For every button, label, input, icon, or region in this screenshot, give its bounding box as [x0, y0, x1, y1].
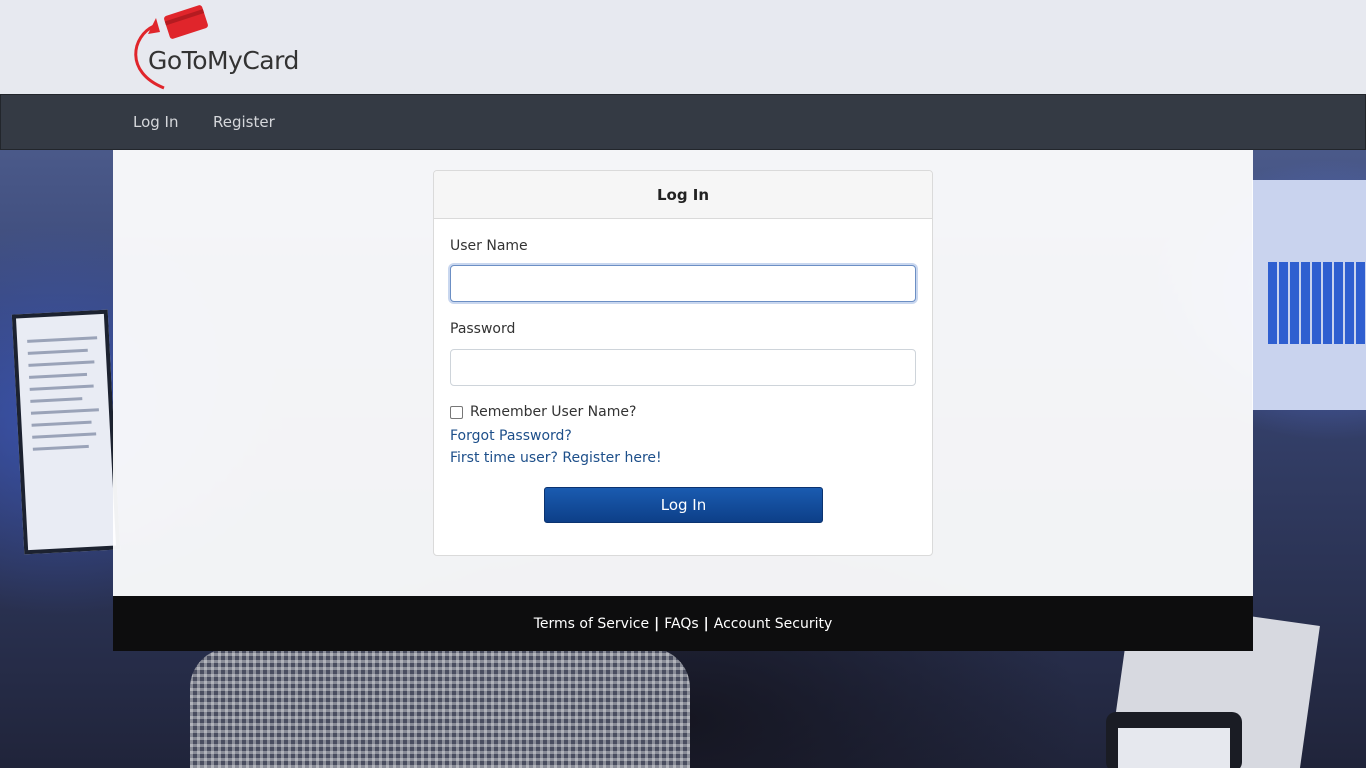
logo-text: GoToMyCard	[148, 46, 299, 75]
main-navbar: Log In Register	[0, 94, 1366, 150]
remember-label[interactable]: Remember User Name?	[470, 404, 636, 420]
login-submit-button[interactable]: Log In	[544, 487, 823, 523]
footer-separator: |	[654, 615, 660, 632]
login-card: Log In User Name Password Remember User …	[433, 170, 933, 556]
remember-checkbox[interactable]	[450, 406, 463, 419]
background-tablet-screen	[1118, 728, 1230, 768]
register-here-link[interactable]: First time user? Register here!	[450, 450, 662, 466]
forgot-password-link[interactable]: Forgot Password?	[450, 428, 572, 444]
terms-of-service-link[interactable]: Terms of Service	[534, 616, 649, 632]
nav-login-link[interactable]: Log In	[133, 113, 179, 131]
faqs-link[interactable]: FAQs	[664, 616, 698, 632]
site-header: GoToMyCard	[0, 0, 1366, 94]
password-label: Password	[450, 321, 516, 337]
username-label: User Name	[450, 238, 528, 254]
site-footer: Terms of Service | FAQs | Account Securi…	[113, 596, 1253, 651]
password-input[interactable]	[450, 349, 916, 386]
background-person	[190, 648, 690, 768]
username-input[interactable]	[450, 265, 916, 302]
main-content: Log In User Name Password Remember User …	[113, 150, 1253, 596]
background-contract-paper	[11, 309, 121, 555]
account-security-link[interactable]: Account Security	[714, 616, 832, 632]
site-logo[interactable]: GoToMyCard	[126, 4, 316, 92]
background-keyboard	[1268, 262, 1366, 344]
login-card-title: Log In	[434, 171, 932, 219]
nav-register-link[interactable]: Register	[213, 113, 275, 131]
footer-separator: |	[703, 615, 709, 632]
